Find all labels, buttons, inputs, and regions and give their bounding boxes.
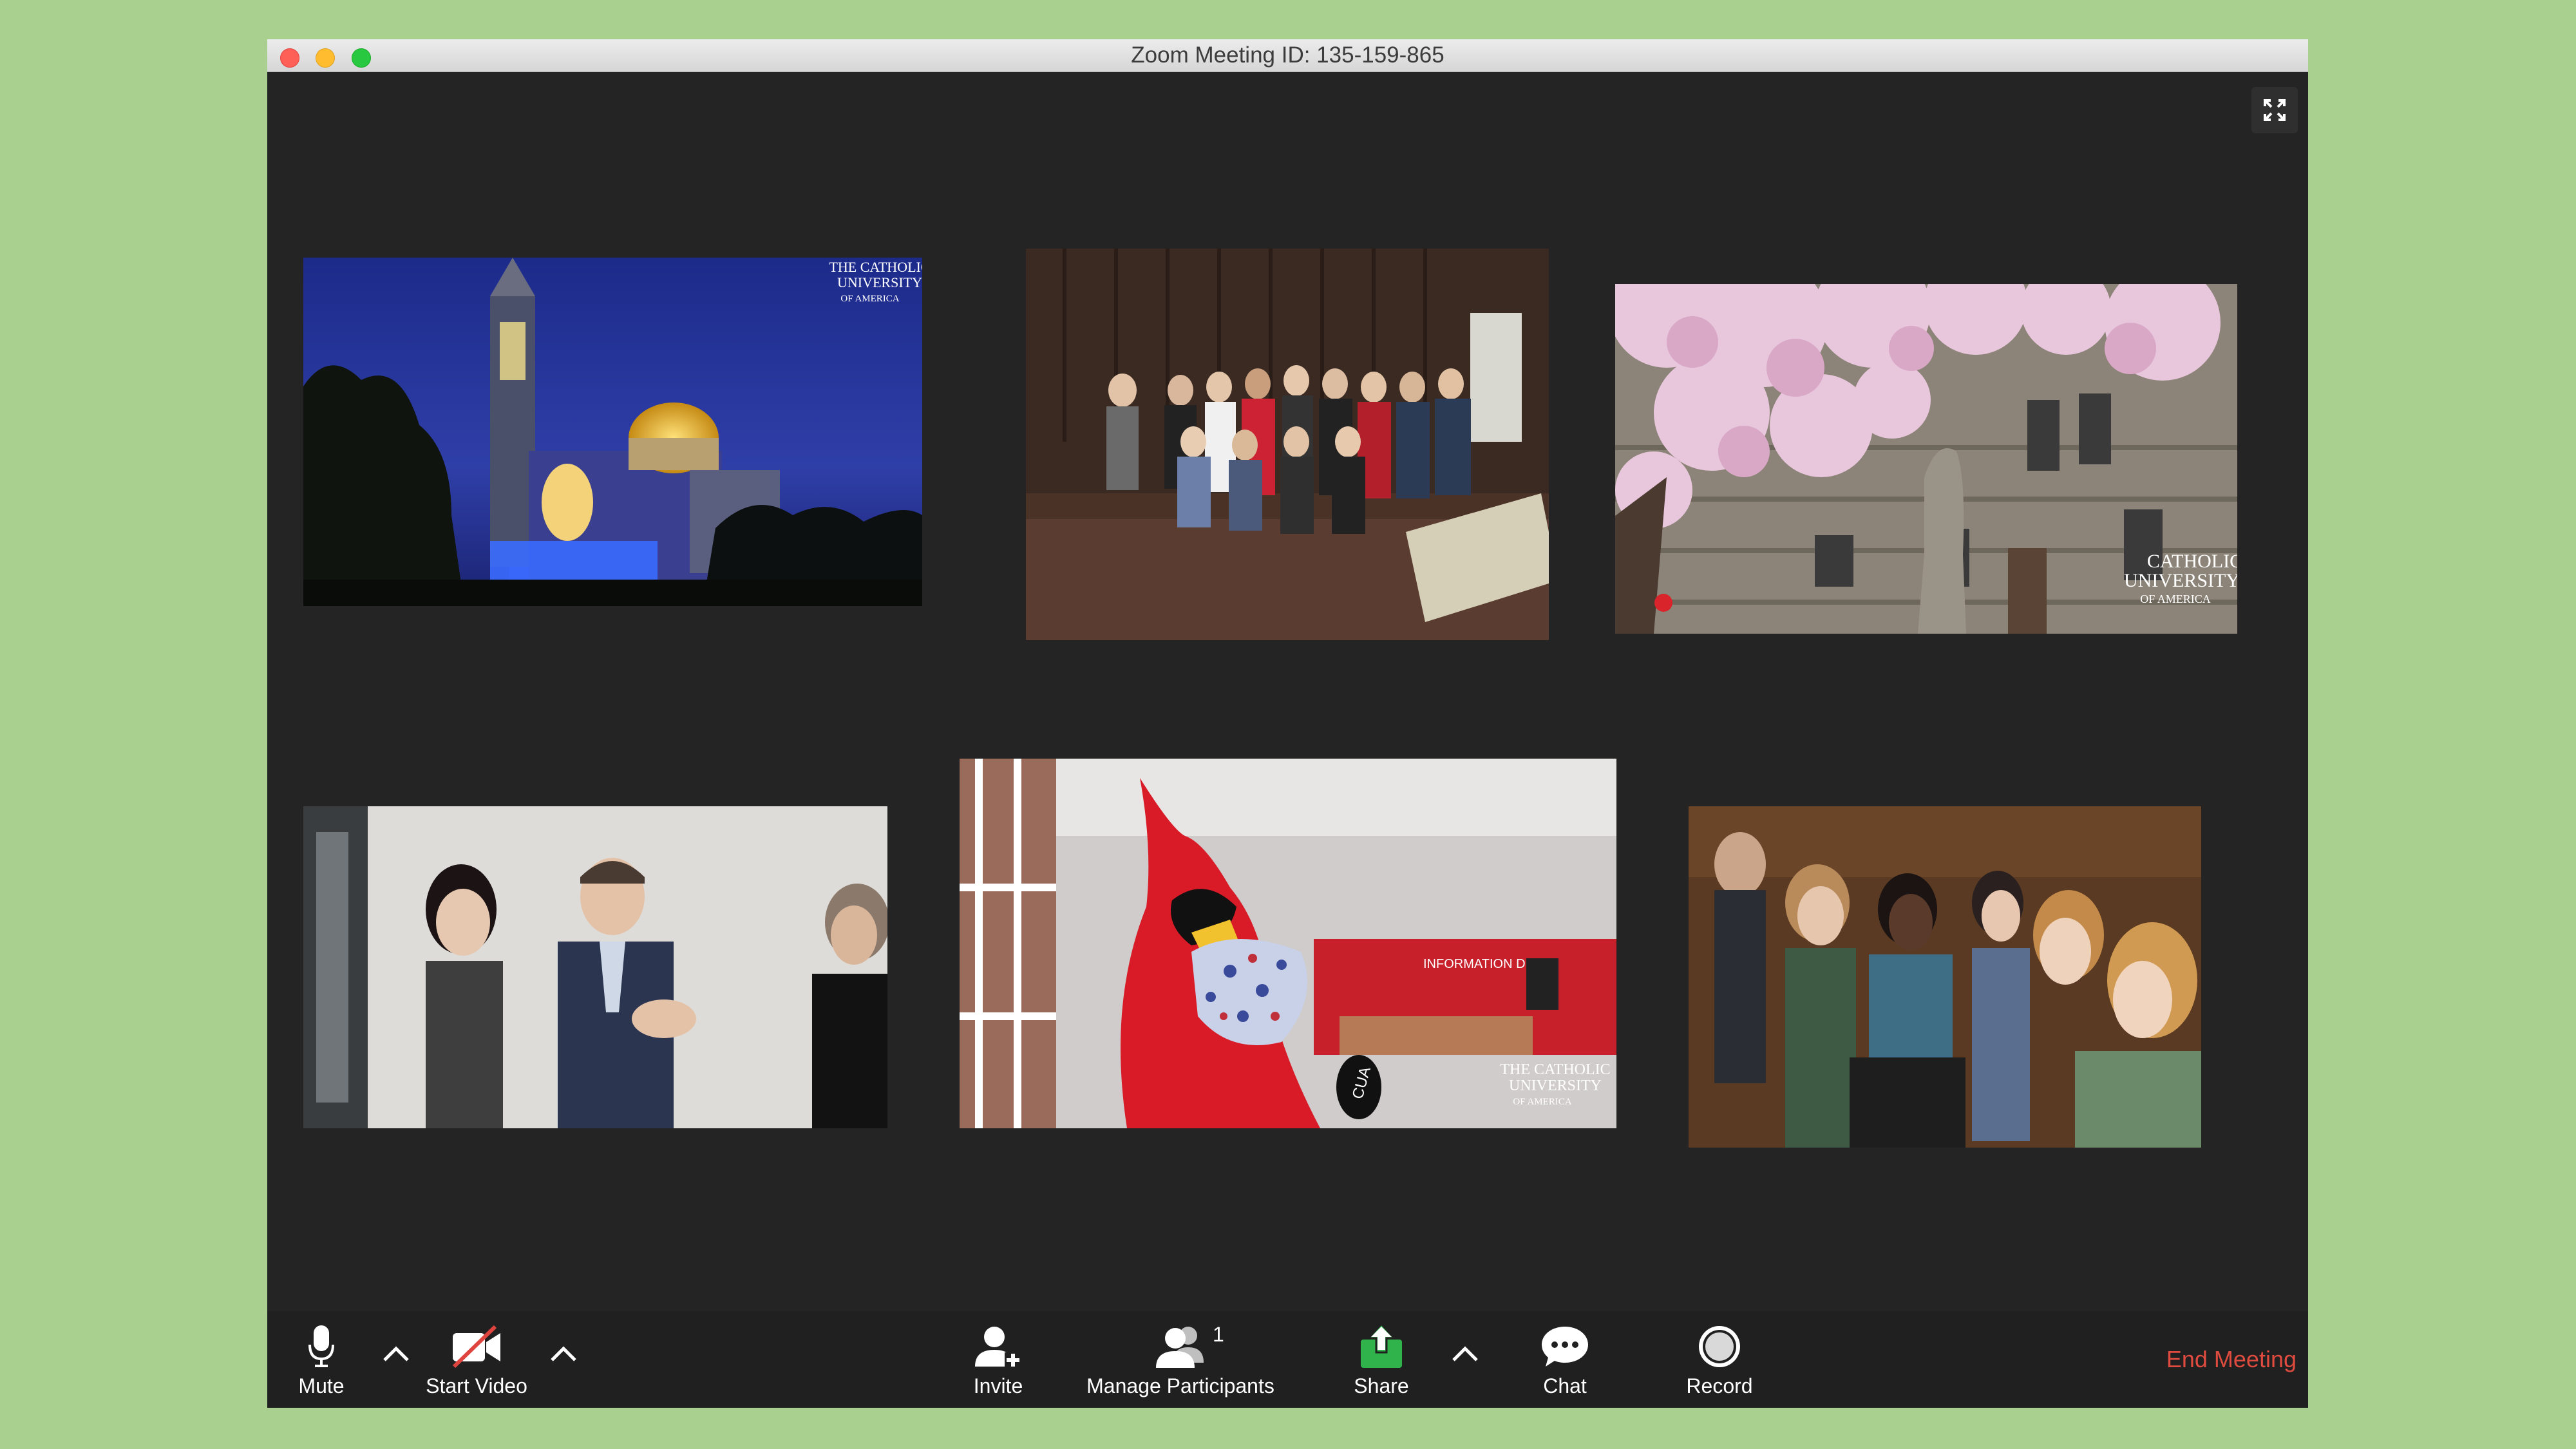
chat-bubble-icon	[1542, 1327, 1588, 1367]
share-screen-icon	[1361, 1324, 1402, 1368]
zoom-window: Zoom Meeting ID: 135-159-865 THE CATHOLI…	[267, 39, 2308, 1408]
group-photo-library	[1026, 249, 1549, 640]
video-tile-6[interactable]	[1689, 806, 2201, 1148]
people-clapping-photo	[303, 806, 887, 1128]
window-title: Zoom Meeting ID: 135-159-865	[1131, 43, 1444, 68]
share-options-caret-up-icon[interactable]	[1451, 1345, 1479, 1363]
title-bar: Zoom Meeting ID: 135-159-865	[267, 39, 2308, 72]
record-label: Record	[1686, 1374, 1753, 1397]
chat-button[interactable]: Chat	[1530, 1324, 1600, 1398]
meeting-toolbar: Mute Start Video Invite Manage Participa…	[267, 1311, 2308, 1408]
mute-label: Mute	[298, 1374, 345, 1397]
video-camera-off-icon	[452, 1325, 500, 1368]
participants-icon	[1156, 1327, 1204, 1368]
svg-text:THE CATHOLIC: THE CATHOLIC	[1500, 1061, 1610, 1078]
share-button[interactable]: Share	[1346, 1324, 1417, 1398]
svg-text:UNIVERSITY: UNIVERSITY	[837, 274, 922, 290]
microphone-icon	[308, 1325, 334, 1367]
record-icon	[1699, 1326, 1740, 1367]
video-tile-1[interactable]: THE CATHOLIC UNIVERSITY OF AMERICA	[303, 258, 922, 606]
start-video-label: Start Video	[426, 1374, 527, 1397]
manage-participants-label: Manage Participants	[1086, 1374, 1274, 1397]
svg-text:CATHOLIC: CATHOLIC	[2147, 551, 2237, 572]
basilica-night-photo: THE CATHOLIC UNIVERSITY OF AMERICA	[303, 258, 922, 606]
audio-options-caret-up-icon[interactable]	[382, 1345, 410, 1363]
mute-button[interactable]: Mute	[296, 1324, 347, 1398]
video-tile-4[interactable]	[303, 806, 887, 1128]
chat-label: Chat	[1543, 1374, 1587, 1397]
invite-label: Invite	[973, 1374, 1023, 1397]
record-button[interactable]: Record	[1678, 1324, 1761, 1398]
video-options-caret-up-icon[interactable]	[549, 1345, 578, 1363]
svg-text:OF AMERICA: OF AMERICA	[1513, 1097, 1571, 1107]
manage-participants-button[interactable]: Manage Participants	[1081, 1324, 1280, 1398]
invite-button[interactable]: Invite	[969, 1324, 1027, 1398]
svg-text:UNIVERSITY: UNIVERSITY	[2124, 570, 2237, 591]
cardinal-mascot-masked-photo: INFORMATION DESK CUA THE CATHOLIC UNIVER…	[960, 759, 1616, 1128]
fullscreen-icon	[2264, 99, 2286, 121]
start-video-button[interactable]: Start Video	[422, 1324, 531, 1398]
fullscreen-button[interactable]	[2251, 87, 2298, 133]
video-tile-3[interactable]: CATHOLIC UNIVERSITY OF AMERICA	[1615, 284, 2237, 634]
end-meeting-button[interactable]: End Meeting	[2166, 1346, 2297, 1373]
share-label: Share	[1354, 1374, 1409, 1397]
svg-text:UNIVERSITY: UNIVERSITY	[1509, 1077, 1602, 1094]
students-audience-photo	[1689, 806, 2201, 1148]
add-user-icon	[975, 1327, 1023, 1368]
video-tile-2[interactable]	[1026, 249, 1549, 640]
cherry-blossom-building-photo: CATHOLIC UNIVERSITY OF AMERICA	[1615, 284, 2237, 634]
video-tile-5[interactable]: INFORMATION DESK CUA THE CATHOLIC UNIVER…	[960, 759, 1616, 1128]
svg-text:OF AMERICA: OF AMERICA	[2140, 592, 2211, 605]
svg-text:THE CATHOLIC: THE CATHOLIC	[829, 259, 922, 275]
svg-text:OF AMERICA: OF AMERICA	[840, 294, 899, 304]
participant-count-badge: 1	[1213, 1323, 1224, 1346]
